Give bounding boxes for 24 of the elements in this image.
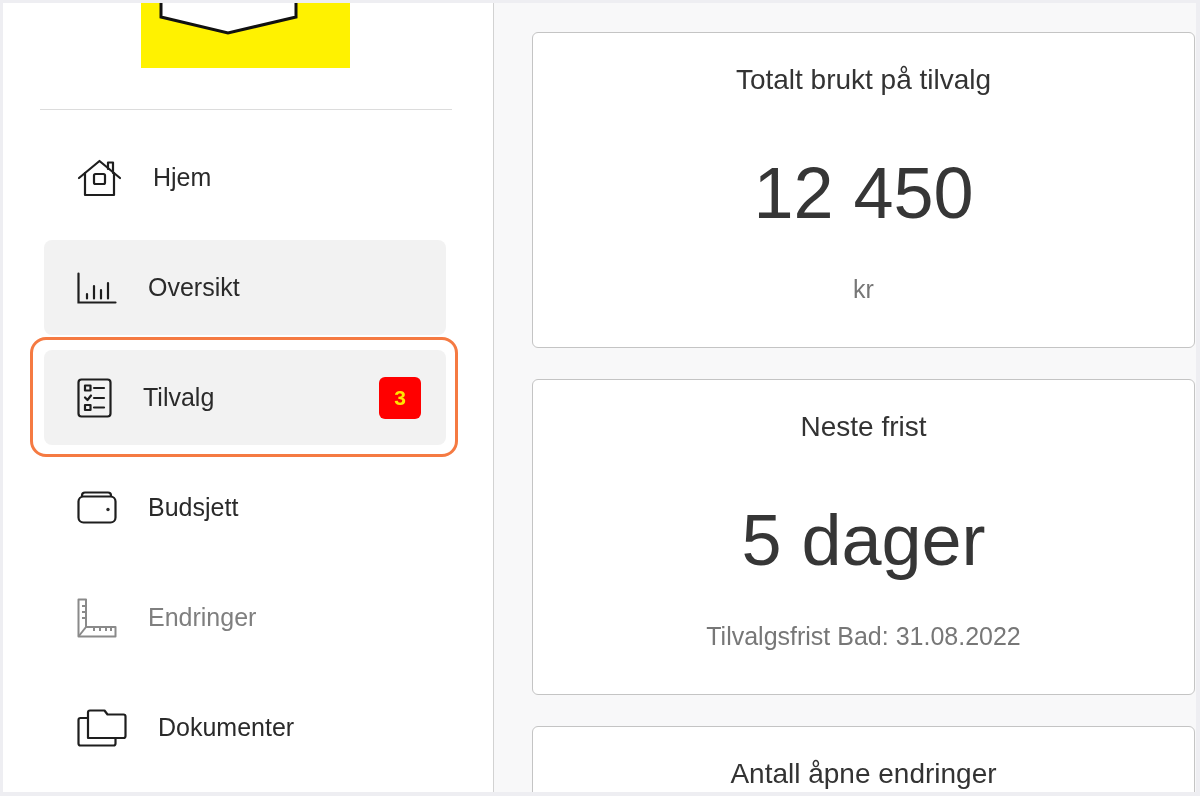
ruler-icon [77, 597, 117, 638]
count-badge: 3 [379, 376, 421, 419]
bar-chart-icon [77, 271, 117, 304]
folders-icon [77, 708, 127, 747]
card-title: Antall åpne endringer [730, 757, 997, 791]
wallet-icon [77, 491, 117, 524]
card-title: Totalt brukt på tilvalg [735, 63, 992, 97]
nav-item[interactable]: Dokumenter [44, 680, 446, 775]
nav-label: Budsjett [148, 493, 239, 522]
nav-label: Hjem [153, 163, 212, 192]
stat-value: 5 dager [741, 499, 986, 582]
card-title: Neste frist [800, 410, 927, 444]
nav-label: Endringer [148, 603, 257, 632]
nav-item[interactable]: Budsjett [44, 460, 446, 555]
checklist-icon [77, 377, 112, 418]
house-icon [77, 158, 122, 197]
stat-caption: kr [853, 274, 874, 304]
stat-value: 12 450 [753, 152, 974, 235]
stat-caption: Tilvalgsfrist Bad: 31.08.2022 [706, 621, 1021, 651]
nav-item[interactable]: Oversikt [44, 240, 446, 335]
nav-label: Dokumenter [158, 713, 295, 742]
nav-label: Tilvalg [143, 383, 215, 412]
nav-label: Oversikt [148, 273, 240, 302]
nav-item[interactable]: Hjem [44, 130, 446, 225]
